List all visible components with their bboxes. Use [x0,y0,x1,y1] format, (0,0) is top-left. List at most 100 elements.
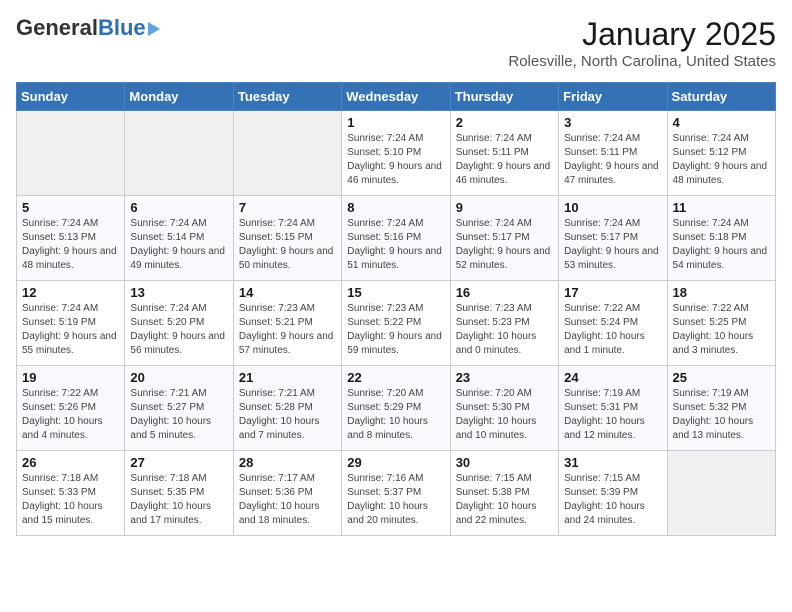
day-info: Sunrise: 7:19 AM Sunset: 5:32 PM Dayligh… [673,387,770,443]
calendar-cell: 31 Sunrise: 7:15 AM Sunset: 5:39 PM Dayli… [559,451,667,536]
day-number: 18 [673,285,770,300]
day-info: Sunrise: 7:24 AM Sunset: 5:20 PM Dayligh… [130,302,227,358]
day-info: Sunrise: 7:24 AM Sunset: 5:19 PM Dayligh… [22,302,119,358]
day-info: Sunrise: 7:24 AM Sunset: 5:17 PM Dayligh… [564,217,661,273]
weekday-header-wednesday: Wednesday [342,83,450,111]
calendar-cell: 20 Sunrise: 7:21 AM Sunset: 5:27 PM Dayli… [125,366,233,451]
day-number: 22 [347,370,444,385]
day-number: 7 [239,200,336,215]
day-number: 15 [347,285,444,300]
weekday-header-tuesday: Tuesday [233,83,341,111]
calendar-week-row: 26Sunrise: 7:18 AM Sunset: 5:33 PM Dayli… [17,451,776,536]
page-title: January 2025 [508,16,776,53]
day-number: 19 [22,370,119,385]
calendar-cell: 16 Sunrise: 7:23 AM Sunset: 5:23 PM Dayli… [450,281,558,366]
calendar-cell: 5 Sunrise: 7:24 AM Sunset: 5:13 PM Daylig… [17,196,125,281]
day-number: 20 [130,370,227,385]
calendar-cell: 28 Sunrise: 7:17 AM Sunset: 5:36 PM Dayli… [233,451,341,536]
calendar-week-row: 19 Sunrise: 7:22 AM Sunset: 5:26 PM Dayli… [17,366,776,451]
logo-arrow-icon [148,22,160,36]
calendar-cell: 13 Sunrise: 7:24 AM Sunset: 5:20 PM Dayli… [125,281,233,366]
day-number: 3 [564,115,661,130]
day-number: 4 [673,115,770,130]
calendar-cell [17,111,125,196]
calendar-cell: 19 Sunrise: 7:22 AM Sunset: 5:26 PM Dayli… [17,366,125,451]
day-number: 1 [347,115,444,130]
day-info: Sunrise: 7:22 AM Sunset: 5:25 PM Dayligh… [673,302,770,358]
day-number: 13 [130,285,227,300]
calendar-cell: 23 Sunrise: 7:20 AM Sunset: 5:30 PM Dayli… [450,366,558,451]
day-number: 23 [456,370,553,385]
day-info: Sunrise: 7:20 AM Sunset: 5:29 PM Dayligh… [347,387,444,443]
calendar-cell: 2 Sunrise: 7:24 AM Sunset: 5:11 PM Daylig… [450,111,558,196]
day-number: 16 [456,285,553,300]
calendar-cell: 27 Sunrise: 7:18 AM Sunset: 5:35 PM Dayli… [125,451,233,536]
day-number: 10 [564,200,661,215]
day-number: 17 [564,285,661,300]
day-info: Sunrise: 7:21 AM Sunset: 5:27 PM Dayligh… [130,387,227,443]
day-number: 30 [456,455,553,470]
day-info: Sunrise: 7:24 AM Sunset: 5:13 PM Dayligh… [22,217,119,273]
day-number: 11 [673,200,770,215]
day-info: Sunrise: 7:24 AM Sunset: 5:11 PM Dayligh… [456,132,553,188]
calendar-cell: 26Sunrise: 7:18 AM Sunset: 5:33 PM Dayli… [17,451,125,536]
day-info: Sunrise: 7:21 AM Sunset: 5:28 PM Dayligh… [239,387,336,443]
calendar-header-row: SundayMondayTuesdayWednesdayThursdayFrid… [17,83,776,111]
calendar-week-row: 12Sunrise: 7:24 AM Sunset: 5:19 PM Dayli… [17,281,776,366]
day-number: 27 [130,455,227,470]
weekday-header-saturday: Saturday [667,83,775,111]
calendar-cell: 10 Sunrise: 7:24 AM Sunset: 5:17 PM Dayli… [559,196,667,281]
day-number: 21 [239,370,336,385]
calendar-cell: 1 Sunrise: 7:24 AM Sunset: 5:10 PM Daylig… [342,111,450,196]
day-info: Sunrise: 7:22 AM Sunset: 5:24 PM Dayligh… [564,302,661,358]
day-info: Sunrise: 7:24 AM Sunset: 5:12 PM Dayligh… [673,132,770,188]
logo-text: GeneralBlue [16,16,160,40]
page-header: GeneralBlue January 2025 Rolesville, Nor… [16,16,776,70]
calendar-cell: 17 Sunrise: 7:22 AM Sunset: 5:24 PM Dayli… [559,281,667,366]
calendar-cell: 21 Sunrise: 7:21 AM Sunset: 5:28 PM Dayli… [233,366,341,451]
day-info: Sunrise: 7:24 AM Sunset: 5:14 PM Dayligh… [130,217,227,273]
day-info: Sunrise: 7:16 AM Sunset: 5:37 PM Dayligh… [347,472,444,528]
day-info: Sunrise: 7:23 AM Sunset: 5:23 PM Dayligh… [456,302,553,358]
calendar-cell: 9Sunrise: 7:24 AM Sunset: 5:17 PM Daylig… [450,196,558,281]
calendar-cell: 25Sunrise: 7:19 AM Sunset: 5:32 PM Dayli… [667,366,775,451]
calendar-cell [125,111,233,196]
day-info: Sunrise: 7:24 AM Sunset: 5:11 PM Dayligh… [564,132,661,188]
page-subtitle: Rolesville, North Carolina, United State… [508,53,776,70]
day-info: Sunrise: 7:18 AM Sunset: 5:35 PM Dayligh… [130,472,227,528]
day-number: 14 [239,285,336,300]
day-info: Sunrise: 7:24 AM Sunset: 5:16 PM Dayligh… [347,217,444,273]
calendar-cell: 4 Sunrise: 7:24 AM Sunset: 5:12 PM Daylig… [667,111,775,196]
day-info: Sunrise: 7:24 AM Sunset: 5:18 PM Dayligh… [673,217,770,273]
calendar-table: SundayMondayTuesdayWednesdayThursdayFrid… [16,82,776,536]
day-number: 31 [564,455,661,470]
day-info: Sunrise: 7:20 AM Sunset: 5:30 PM Dayligh… [456,387,553,443]
day-number: 28 [239,455,336,470]
day-number: 24 [564,370,661,385]
day-number: 2 [456,115,553,130]
logo: GeneralBlue [16,16,160,40]
calendar-cell: 8 Sunrise: 7:24 AM Sunset: 5:16 PM Daylig… [342,196,450,281]
day-number: 5 [22,200,119,215]
day-info: Sunrise: 7:24 AM Sunset: 5:10 PM Dayligh… [347,132,444,188]
logo-blue: Blue [98,15,146,40]
weekday-header-monday: Monday [125,83,233,111]
day-info: Sunrise: 7:15 AM Sunset: 5:39 PM Dayligh… [564,472,661,528]
day-info: Sunrise: 7:19 AM Sunset: 5:31 PM Dayligh… [564,387,661,443]
day-info: Sunrise: 7:22 AM Sunset: 5:26 PM Dayligh… [22,387,119,443]
calendar-cell [667,451,775,536]
calendar-cell: 6Sunrise: 7:24 AM Sunset: 5:14 PM Daylig… [125,196,233,281]
day-number: 8 [347,200,444,215]
calendar-cell: 11 Sunrise: 7:24 AM Sunset: 5:18 PM Dayli… [667,196,775,281]
calendar-week-row: 5 Sunrise: 7:24 AM Sunset: 5:13 PM Daylig… [17,196,776,281]
day-info: Sunrise: 7:24 AM Sunset: 5:17 PM Dayligh… [456,217,553,273]
calendar-cell: 30Sunrise: 7:15 AM Sunset: 5:38 PM Dayli… [450,451,558,536]
day-info: Sunrise: 7:17 AM Sunset: 5:36 PM Dayligh… [239,472,336,528]
calendar-week-row: 1 Sunrise: 7:24 AM Sunset: 5:10 PM Daylig… [17,111,776,196]
day-info: Sunrise: 7:24 AM Sunset: 5:15 PM Dayligh… [239,217,336,273]
title-block: January 2025 Rolesville, North Carolina,… [508,16,776,70]
weekday-header-friday: Friday [559,83,667,111]
calendar-cell: 18 Sunrise: 7:22 AM Sunset: 5:25 PM Dayli… [667,281,775,366]
calendar-cell [233,111,341,196]
calendar-cell: 3 Sunrise: 7:24 AM Sunset: 5:11 PM Daylig… [559,111,667,196]
